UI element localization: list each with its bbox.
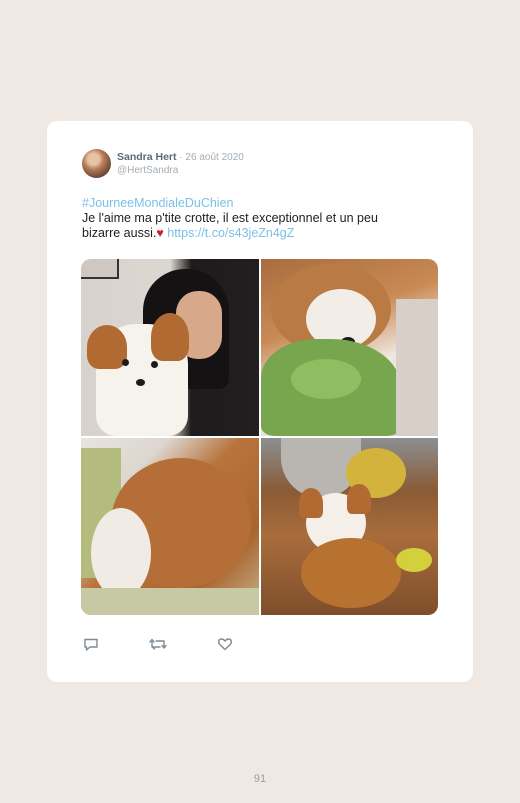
dog-ear-left-shape: [299, 488, 323, 518]
tweet-card: Sandra Hert · 26 août 2020 @HertSandra #…: [47, 121, 473, 682]
dog-ear-left-shape: [87, 325, 127, 369]
reply-icon[interactable]: [83, 636, 101, 654]
heart-emoji: ♥: [156, 226, 164, 240]
tweet-link[interactable]: https://t.co/s43jeZn4gZ: [167, 226, 294, 240]
photo-woman-with-dog[interactable]: [81, 259, 259, 436]
photo-frame-shape: [81, 259, 119, 279]
hashtag-link[interactable]: #JourneeMondialeDuChien: [82, 196, 422, 211]
tweet-actions: [83, 636, 283, 656]
blanket-bottom-shape: [81, 588, 259, 615]
dog-ear-right-shape: [151, 313, 189, 361]
tweet-date[interactable]: 26 août 2020: [185, 152, 243, 163]
retweet-icon[interactable]: [149, 636, 167, 654]
pillow-shape: [396, 299, 438, 436]
dog-ear-right-shape: [347, 484, 371, 514]
tweet-text-line1: Je l'aime ma p'tite crotte, il est excep…: [82, 211, 378, 225]
dog-eye-shape: [151, 361, 158, 368]
tweet-text-line2-wrap: bizarre aussi.♥ https://t.co/s43jeZn4gZ: [82, 226, 422, 241]
photo-dog-with-toys[interactable]: [261, 438, 438, 615]
photo-dog-with-green-toy[interactable]: [261, 259, 438, 436]
page-number: 91: [253, 773, 267, 785]
avatar[interactable]: [82, 149, 111, 178]
dog-nose-shape: [136, 379, 145, 386]
like-icon[interactable]: [217, 636, 235, 654]
photo-dog-sleeping[interactable]: [81, 438, 259, 615]
author-name[interactable]: Sandra Hert: [117, 151, 177, 163]
dog-eye-shape: [122, 359, 129, 366]
tweet-text: #JourneeMondialeDuChien Je l'aime ma p't…: [82, 196, 422, 241]
yellow-toy-shape: [396, 548, 432, 572]
dog-body-shape: [301, 538, 401, 608]
author-handle[interactable]: @HertSandra: [117, 165, 178, 176]
photo-grid: [81, 259, 438, 615]
tweet-text-line2: bizarre aussi.: [82, 226, 157, 240]
dog-tail-white-shape: [91, 508, 151, 598]
tweet-header: Sandra Hert · 26 août 2020: [117, 151, 244, 163]
green-toy-highlight-shape: [291, 359, 361, 399]
